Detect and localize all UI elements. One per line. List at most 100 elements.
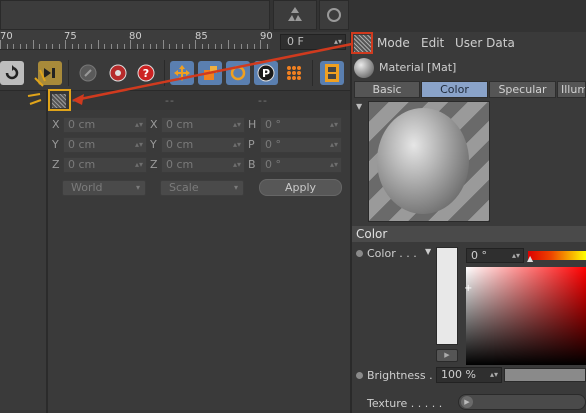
refresh-icon[interactable] — [319, 0, 349, 30]
filmstrip-icon[interactable] — [320, 61, 344, 85]
hue-slider-handle-icon[interactable]: ▲ — [527, 254, 533, 263]
ruler-tick — [72, 44, 73, 49]
color-swatch[interactable] — [436, 247, 458, 345]
coordinate-space-select[interactable]: World ▾ — [62, 180, 146, 196]
color-anim-dot[interactable] — [356, 250, 363, 257]
material-preview[interactable] — [368, 101, 490, 222]
swatch-play-button[interactable]: ▶ — [436, 349, 458, 362]
current-frame-field[interactable]: 0 F ▴▾ — [280, 34, 346, 50]
brightness-slider[interactable] — [504, 368, 586, 382]
coord-label-x: X — [52, 118, 60, 131]
brightness-anim-dot[interactable] — [356, 372, 363, 379]
scale-icon[interactable] — [198, 61, 222, 85]
toolbar-separator — [164, 60, 165, 86]
preview-sphere — [377, 108, 469, 214]
record-keys-icon[interactable] — [76, 61, 100, 85]
coord-column-header: -- — [165, 94, 175, 107]
saturation-value-picker[interactable] — [466, 267, 586, 365]
coord-column-header: -- — [258, 94, 268, 107]
points-icon[interactable] — [282, 61, 306, 85]
position-x-field[interactable]: 0 cm ▴▾ — [63, 117, 147, 133]
menu-edit[interactable]: Edit — [421, 36, 444, 50]
size-z-field[interactable]: 0 cm ▴▾ — [161, 157, 245, 173]
position-y-field[interactable]: 0 cm ▴▾ — [63, 137, 147, 153]
ruler-tick — [104, 44, 105, 49]
texture-play-icon[interactable]: ▶ — [461, 396, 473, 408]
tab-illumination[interactable]: Illum — [557, 81, 586, 98]
loop-icon[interactable] — [0, 61, 24, 85]
size-mode-select[interactable]: Scale ▾ — [160, 180, 244, 196]
ruler-tick — [215, 44, 216, 49]
ruler-tick — [0, 40, 1, 49]
coord-label-y: Y — [52, 138, 59, 151]
ruler-tick — [65, 40, 66, 49]
ruler-tick — [33, 40, 34, 49]
ruler-tick — [208, 44, 209, 49]
ruler-tick — [137, 44, 138, 49]
autokey-icon[interactable] — [106, 61, 130, 85]
texture-slot[interactable]: ▶ — [458, 394, 586, 410]
menu-mode[interactable]: Mode — [377, 36, 410, 50]
timeline-ruler[interactable]: 70 75 80 85 90 — [0, 30, 273, 50]
panel-divider — [46, 90, 48, 413]
svg-text:P: P — [262, 67, 270, 80]
field-value: 0 cm — [166, 118, 194, 131]
recycle-icon[interactable] — [273, 0, 317, 30]
size-x-field[interactable]: 0 cm ▴▾ — [161, 117, 245, 133]
move-icon[interactable] — [170, 61, 194, 85]
coord-label-x: X — [150, 118, 158, 131]
ruler-tick — [7, 44, 8, 49]
ruler-tick — [163, 40, 164, 49]
rotation-p-field[interactable]: 0 ° ▴▾ — [260, 137, 342, 153]
ruler-tick — [26, 44, 27, 49]
rotation-b-field[interactable]: 0 ° ▴▾ — [260, 157, 342, 173]
field-value: 0 cm — [166, 158, 194, 171]
ruler-tick — [182, 44, 183, 49]
ruler-tick — [13, 44, 14, 49]
param-icon[interactable]: P — [254, 61, 278, 85]
tab-specular[interactable]: Specular — [489, 81, 556, 98]
ruler-label: 90 — [260, 31, 273, 42]
picker-cursor-icon: + — [464, 283, 473, 294]
select-value: World — [71, 181, 103, 194]
ruler-tick — [260, 40, 261, 49]
toolbar-separator — [312, 60, 313, 86]
field-value: 0 ° — [265, 138, 281, 151]
ruler-tick — [150, 44, 151, 49]
field-value: 0 cm — [68, 118, 96, 131]
help-icon[interactable]: ? — [134, 61, 158, 85]
ruler-tick — [20, 44, 21, 49]
brightness-value: 100 % — [441, 368, 476, 381]
ruler-tick — [130, 40, 131, 49]
hue-field[interactable]: 0 ° ▴▾ — [466, 248, 524, 263]
coord-label-h: H — [248, 118, 257, 131]
tab-basic[interactable]: Basic — [354, 81, 420, 98]
apply-button[interactable]: Apply — [259, 179, 342, 196]
color-expand-arrow-icon[interactable]: ▼ — [425, 247, 431, 256]
rotate-icon[interactable] — [226, 61, 250, 85]
tab-color[interactable]: Color — [421, 81, 488, 98]
ruler-tick — [59, 44, 60, 49]
rotation-h-field[interactable]: 0 ° ▴▾ — [260, 117, 342, 133]
coord-panel-menu-icon[interactable] — [52, 94, 66, 108]
ruler-label: 85 — [195, 31, 208, 42]
attribute-panel-menu-icon[interactable] — [354, 35, 371, 52]
menu-user-data[interactable]: User Data — [455, 36, 515, 50]
collapse-arrow-icon[interactable]: ▼ — [356, 102, 362, 111]
ruler-tick — [247, 44, 248, 49]
coord-label-z: Z — [150, 158, 158, 171]
brightness-label: Brightness . . — [367, 369, 440, 382]
goto-end-icon[interactable] — [38, 61, 62, 85]
brightness-field[interactable]: 100 % ▴▾ — [436, 367, 502, 383]
ruler-tick — [52, 44, 53, 49]
ruler-tick — [254, 44, 255, 49]
ruler-tick — [189, 44, 190, 49]
position-z-field[interactable]: 0 cm ▴▾ — [63, 157, 147, 173]
coord-label-b: B — [248, 158, 256, 171]
ruler-tick — [234, 44, 235, 49]
coord-column-header: -- — [72, 94, 82, 107]
hue-slider[interactable] — [528, 251, 586, 260]
ruler-tick — [111, 44, 112, 49]
size-y-field[interactable]: 0 cm ▴▾ — [161, 137, 245, 153]
field-value: 0 cm — [68, 138, 96, 151]
